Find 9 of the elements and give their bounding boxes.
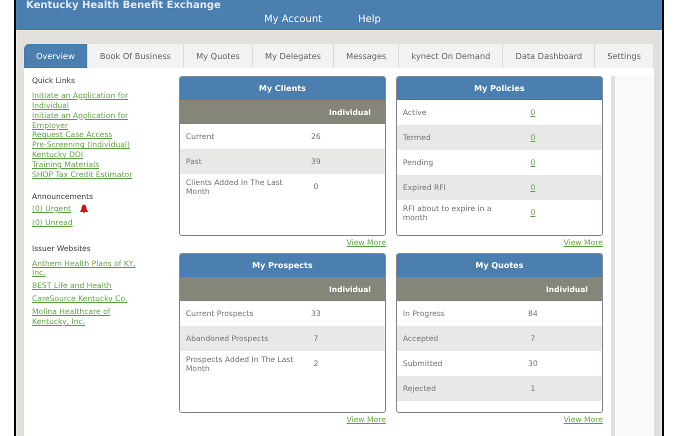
card-title: My Prospects xyxy=(180,254,385,277)
site-title: Kentucky Health Benefit Exchange xyxy=(26,0,221,11)
card-title: My Clients xyxy=(180,77,385,100)
tab[interactable]: Overview xyxy=(24,44,88,68)
card-title: My Quotes xyxy=(396,254,602,277)
card-title: My Policies xyxy=(396,77,602,100)
nav-link[interactable]: My Account xyxy=(264,14,322,24)
nav-link[interactable]: Help xyxy=(358,14,381,24)
bell-icon xyxy=(79,204,89,214)
